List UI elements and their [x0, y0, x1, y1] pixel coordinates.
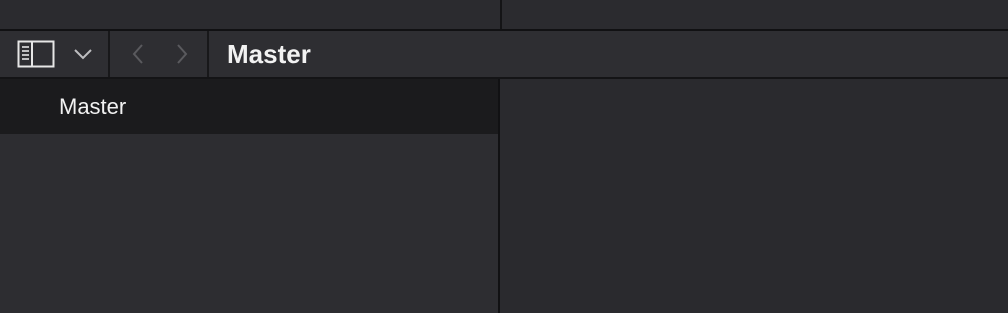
top-panel-strip — [0, 0, 1008, 31]
toolbar-separator — [207, 31, 209, 77]
app-window: Master Master — [0, 0, 1008, 313]
bin-list-sidebar: Master — [0, 79, 498, 313]
chevron-left-icon — [132, 44, 143, 64]
chevron-right-icon — [177, 44, 188, 64]
chevron-down-icon — [74, 49, 92, 60]
view-options-dropdown[interactable] — [66, 31, 100, 77]
forward-button[interactable] — [168, 31, 196, 77]
breadcrumb-title: Master — [227, 38, 311, 69]
sidebar-item-label: Master — [59, 93, 127, 119]
browser-toolbar: Master — [0, 31, 1008, 79]
toolbar-separator — [108, 31, 110, 77]
sidebar-toggle-button[interactable] — [14, 31, 58, 77]
top-left-pane — [0, 0, 500, 29]
top-pane-divider[interactable] — [500, 0, 502, 29]
content-area — [500, 79, 1008, 313]
sidebar-toggle-icon — [17, 40, 55, 68]
sidebar-item-master[interactable]: Master — [0, 79, 498, 134]
back-button[interactable] — [124, 31, 152, 77]
